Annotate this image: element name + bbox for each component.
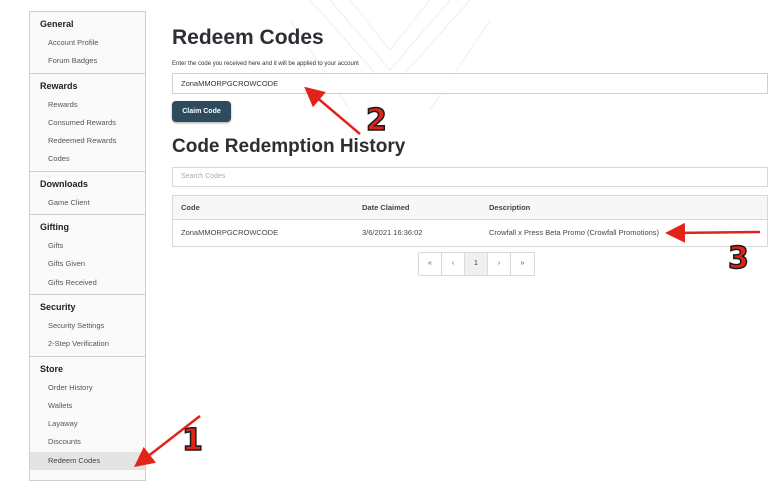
prev-page-button[interactable]: ‹ [442, 253, 465, 275]
sidebar-item-game-client[interactable]: Game Client [30, 194, 145, 212]
row-code: ZonaMMORPGCROWCODE [181, 228, 279, 237]
sidebar-section-gifting: Gifting Gifts Gifts Given Gifts Received [30, 215, 145, 295]
sidebar-heading: Security [40, 301, 76, 312]
sidebar-item-redeemed-rewards[interactable]: Redeemed Rewards [30, 132, 145, 150]
column-header-code[interactable]: Code [181, 196, 200, 220]
annotation-label-1: 1 [181, 423, 203, 458]
history-table: Code Date Claimed Description ZonaMMORPG… [172, 195, 768, 247]
sidebar-item-gifts-given[interactable]: Gifts Given [30, 255, 145, 273]
next-page-button[interactable]: › [488, 253, 511, 275]
first-page-button[interactable]: « [419, 253, 442, 275]
sidebar-item-gifts-received[interactable]: Gifts Received [30, 274, 145, 292]
column-header-description[interactable]: Description [489, 196, 530, 220]
sidebar-item-discounts[interactable]: Discounts [30, 433, 145, 451]
sidebar-heading: Downloads [40, 178, 89, 189]
sidebar-item-gifts[interactable]: Gifts [30, 237, 145, 255]
sidebar: General Account Profile Forum Badges Reward… [29, 11, 146, 481]
sidebar-item-order-history[interactable]: Order History [30, 379, 145, 397]
sidebar-item-wallets[interactable]: Wallets [30, 397, 145, 415]
sidebar-item-security-settings[interactable]: Security Settings [30, 317, 145, 335]
sidebar-item-rewards[interactable]: Rewards [30, 96, 145, 114]
background-pattern [290, 0, 490, 111]
page-1-button[interactable]: 1 [465, 253, 488, 275]
row-description: Crowfall x Press Beta Promo (Crowfall Pr… [489, 228, 660, 237]
code-field-label: Enter the code you received here and it … [172, 61, 359, 67]
history-title: Code Redemption History [172, 136, 406, 157]
sidebar-item-codes[interactable]: Codes [30, 150, 145, 168]
row-date: 3/6/2021 16:36:02 [362, 228, 423, 237]
sidebar-item-redeem-codes[interactable]: Redeem Codes [30, 451, 145, 471]
code-input[interactable]: ZonaMMORPGCROWCODE [172, 73, 768, 94]
sidebar-heading: General [40, 19, 74, 29]
column-header-date[interactable]: Date Claimed [362, 196, 410, 220]
last-page-button[interactable]: » [511, 253, 534, 275]
sidebar-heading: Store [40, 363, 64, 374]
sidebar-section-general: General Account Profile Forum Badges [30, 12, 145, 74]
table-header: Code Date Claimed Description [173, 196, 767, 220]
sidebar-heading: Gifting [40, 222, 69, 233]
page-title: Redeem Codes [172, 26, 324, 49]
pagination: « ‹ 1 › » [418, 252, 535, 276]
annotation-label-2: 2 [365, 103, 387, 138]
table-row: ZonaMMORPGCROWCODE 3/6/2021 16:36:02 Cro… [173, 220, 767, 246]
sidebar-item-account-profile[interactable]: Account Profile [30, 34, 145, 52]
sidebar-section-downloads: Downloads Game Client [30, 172, 145, 216]
sidebar-item-2-step-verification[interactable]: 2-Step Verification [30, 335, 145, 353]
sidebar-item-layaway[interactable]: Layaway [30, 415, 145, 433]
sidebar-item-consumed-rewards[interactable]: Consumed Rewards [30, 114, 145, 132]
claim-code-button[interactable]: Claim Code [172, 101, 231, 122]
annotation-label-3: 3 [727, 241, 749, 276]
sidebar-heading: Rewards [40, 80, 78, 91]
sidebar-section-store: Store Order History Wallets Layaway Discount… [30, 357, 145, 472]
sidebar-item-forum-badges[interactable]: Forum Badges [30, 52, 145, 70]
arrow-2 [304, 86, 361, 135]
sidebar-section-rewards: Rewards Rewards Consumed Rewards Redeemed R… [30, 74, 145, 172]
sidebar-section-security: Security Security Settings 2-Step Verifica… [30, 295, 145, 357]
search-codes-input[interactable]: Search Codes [172, 167, 768, 187]
